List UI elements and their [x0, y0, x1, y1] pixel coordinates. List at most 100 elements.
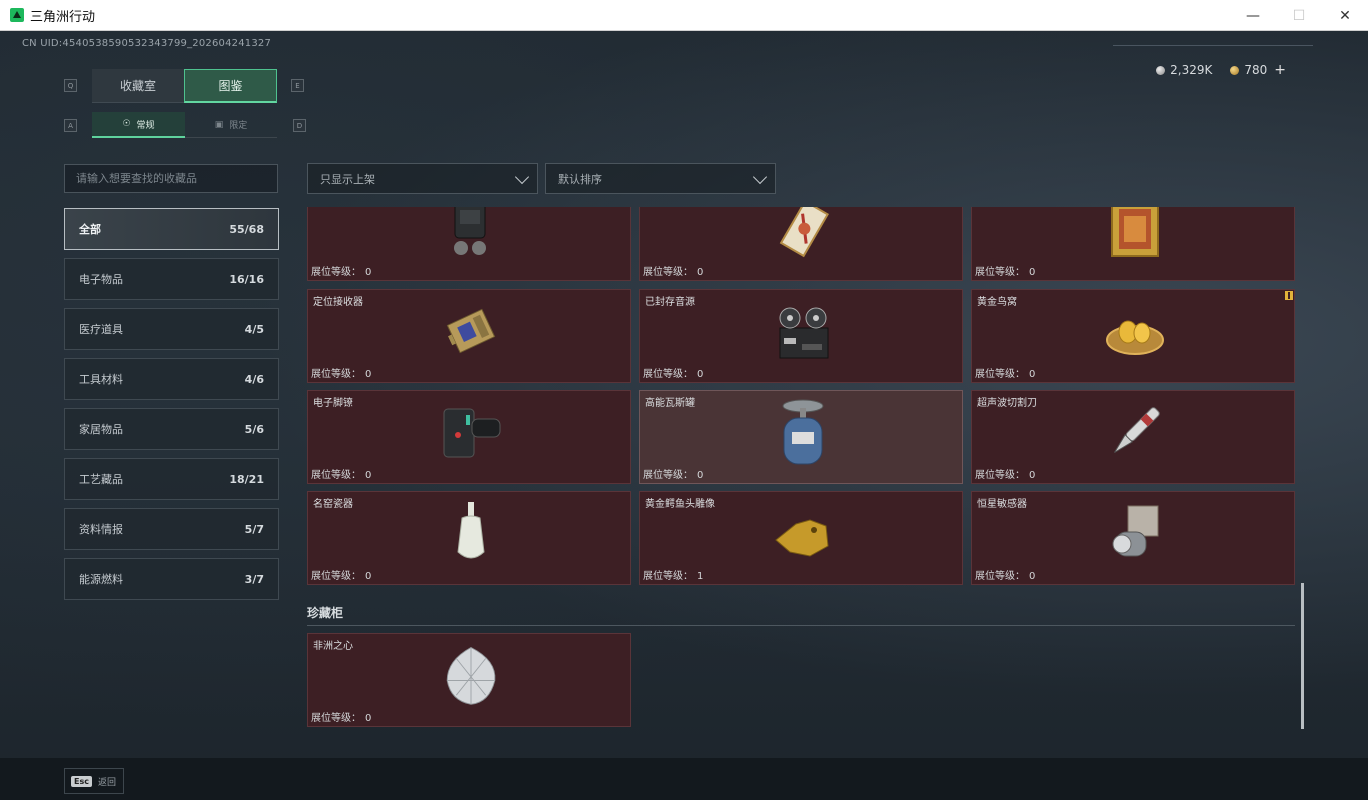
category-label: 资料情报 [79, 523, 123, 536]
item-card[interactable]: 展位等级： 0 [971, 207, 1295, 281]
gps-receiver-icon [438, 298, 504, 364]
category-label: 医疗道具 [79, 323, 123, 336]
window-controls: — ☐ ✕ [1230, 0, 1368, 31]
category-label: 能源燃料 [79, 573, 123, 586]
category-count: 5/6 [244, 422, 264, 436]
category-label: 家居物品 [79, 423, 123, 436]
currency-silver: 2,329K [1156, 63, 1212, 77]
item-card[interactable]: 恒星敏感器 展位等级： 0 [971, 491, 1295, 585]
item-card[interactable]: 定位接收器 展位等级： 0 [307, 289, 631, 383]
item-level: 展位等级： 0 [975, 267, 1036, 278]
item-level: 展位等级： 0 [975, 470, 1036, 481]
category-label: 工艺藏品 [79, 473, 123, 486]
item-card[interactable]: 已封存音源 展位等级： 0 [639, 289, 963, 383]
star-sensor-icon [1102, 500, 1168, 566]
item-level: 展位等级： 0 [975, 369, 1036, 380]
category-all[interactable]: 全部 55/68 [64, 208, 279, 250]
item-name: 名窑瓷器 [313, 499, 353, 510]
category-count: 4/6 [244, 372, 264, 386]
item-name: 超声波切割刀 [977, 398, 1037, 409]
chevron-down-icon [514, 169, 530, 185]
category-count: 16/16 [229, 272, 264, 286]
silver-amount: 2,329K [1170, 63, 1213, 77]
category-medical[interactable]: 医疗道具 4/5 [64, 308, 279, 350]
gold-amount: 780 [1244, 63, 1268, 77]
back-label: 返回 [97, 777, 116, 788]
gold-crocodile-icon [770, 500, 836, 566]
header-divider [1113, 45, 1313, 46]
porcelain-vase-icon [438, 500, 504, 566]
category-count: 5/7 [244, 522, 264, 536]
item-level: 展位等级： 0 [311, 470, 372, 481]
item-name: 电子脚镣 [313, 398, 353, 409]
sort-value: 默认排序 [558, 172, 602, 186]
item-card[interactable]: 电子脚镣 展位等级： 0 [307, 390, 631, 484]
category-intel[interactable]: 资料情报 5/7 [64, 508, 279, 550]
section-divider [307, 625, 1295, 626]
item-level: 展位等级： 0 [311, 571, 372, 582]
item-card[interactable]: 名窑瓷器 展位等级： 0 [307, 491, 631, 585]
item-card[interactable]: 超声波切割刀 展位等级： 0 [971, 390, 1295, 484]
ultrasonic-cutter-icon [1102, 399, 1168, 465]
treasure-cabinet-heading: 珍藏柜 [307, 606, 344, 620]
item-card[interactable]: 展位等级： 0 [307, 207, 631, 281]
chevron-down-icon [752, 169, 768, 185]
subtab-limited-label: 限定 [229, 121, 248, 131]
diamond-icon [438, 642, 504, 708]
subtab-normal-label: 常规 [136, 120, 155, 131]
gold-coin-icon [1230, 65, 1240, 75]
subtab-normal[interactable]: ☉ 常规 [92, 112, 185, 138]
category-label: 全部 [79, 223, 101, 236]
item-level: 展位等级： 0 [643, 470, 704, 481]
currency-gold: 780 + [1230, 62, 1286, 78]
currency-bar: 2,329K 780 + [1156, 62, 1286, 78]
search-input[interactable] [64, 164, 278, 193]
add-currency-button[interactable]: + [1274, 62, 1286, 78]
bottom-bar: Esc 返回 [0, 758, 1368, 800]
category-fuel[interactable]: 能源燃料 3/7 [64, 558, 279, 600]
silver-coin-icon [1156, 65, 1166, 75]
grid-scrollbar[interactable] [1301, 583, 1304, 729]
item-name: 非洲之心 [313, 641, 353, 652]
window-title: 三角洲行动 [30, 9, 96, 25]
close-button[interactable]: ✕ [1322, 0, 1368, 31]
lock-open-icon: ☉ [122, 119, 131, 129]
esc-key-icon: Esc [71, 775, 92, 787]
player-uid: CN UID:4540538590532343799_202604241327 [22, 38, 272, 49]
category-tools[interactable]: 工具材料 4/6 [64, 358, 279, 400]
item-card[interactable]: 高能瓦斯罐 展位等级： 0 [639, 390, 963, 484]
item-card[interactable]: 黄金鸟窝 展位等级： 0 [971, 289, 1295, 383]
category-electronics[interactable]: 电子物品 16/16 [64, 258, 279, 300]
subtab-limited[interactable]: ▣ 限定 [185, 112, 277, 138]
framed-painting-icon [1102, 207, 1168, 262]
category-household[interactable]: 家居物品 5/6 [64, 408, 279, 450]
category-count: 3/7 [244, 572, 264, 586]
key-hint-e: E [291, 79, 304, 92]
tab-collection-room[interactable]: 收藏室 [92, 69, 184, 103]
golden-nest-icon [1102, 298, 1168, 364]
item-level: 展位等级： 0 [643, 369, 704, 380]
backpack-device-icon [438, 207, 504, 262]
shelf-filter-dropdown[interactable]: 只显示上架 [307, 163, 538, 194]
item-level: 展位等级： 1 [643, 571, 704, 582]
item-card[interactable]: 展位等级： 0 [639, 207, 963, 281]
item-card[interactable]: 非洲之心 展位等级： 0 [307, 633, 631, 727]
minimize-button[interactable]: — [1230, 0, 1276, 31]
sort-dropdown[interactable]: 默认排序 [545, 163, 776, 194]
key-hint-q: Q [64, 79, 77, 92]
maximize-button[interactable]: ☐ [1276, 0, 1322, 31]
app-logo-icon [10, 8, 24, 22]
game-screen: CN UID:4540538590532343799_202604241327 … [0, 31, 1368, 800]
ankle-monitor-icon [438, 399, 504, 465]
item-name: 黄金鸟窝 [977, 297, 1017, 308]
item-level: 展位等级： 0 [311, 713, 372, 724]
item-name: 定位接收器 [313, 297, 363, 308]
ornate-card-icon [770, 207, 836, 262]
back-button[interactable]: Esc 返回 [64, 768, 124, 794]
category-crafts[interactable]: 工艺藏品 18/21 [64, 458, 279, 500]
tab-atlas[interactable]: 图鉴 [184, 69, 277, 103]
window-title-bar: 三角洲行动 — ☐ ✕ [0, 0, 1368, 31]
item-card[interactable]: 黄金鳄鱼头雕像 展位等级： 1 [639, 491, 963, 585]
reel-recorder-icon [770, 298, 836, 364]
key-hint-a: A [64, 119, 77, 132]
